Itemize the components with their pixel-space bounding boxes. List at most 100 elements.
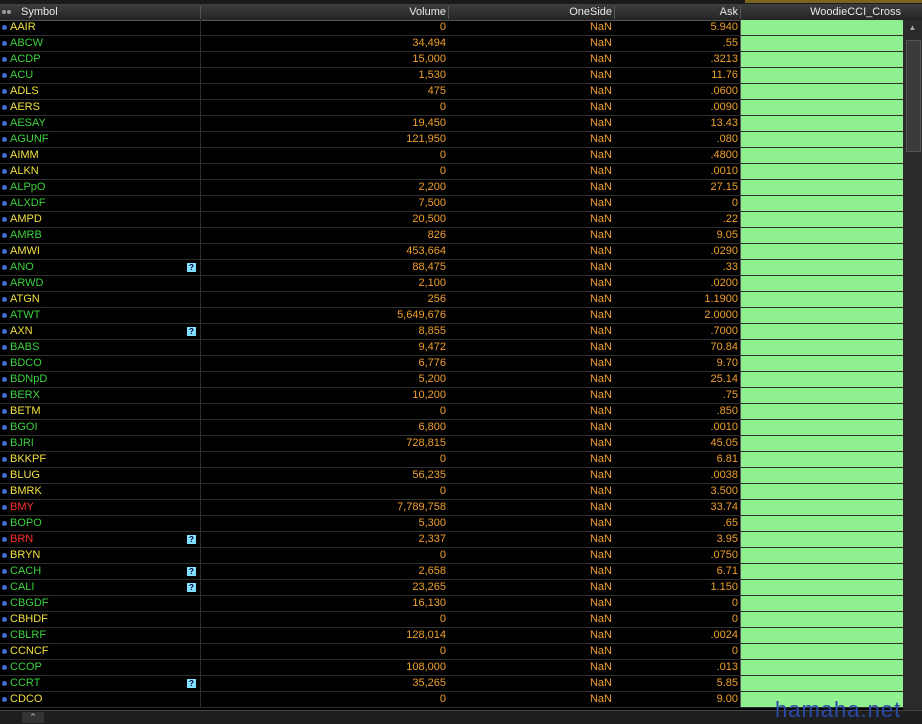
table-row[interactable]: BGOI 6,800 NaN .0010: [0, 420, 903, 436]
symbol-cell[interactable]: CBLRF: [10, 628, 46, 643]
ask-column-header[interactable]: Ask: [615, 4, 738, 20]
symbol-cell[interactable]: ATGN: [10, 292, 40, 307]
info-icon[interactable]: ?: [187, 535, 196, 544]
table-row[interactable]: ANO? 88,475 NaN .33: [0, 260, 903, 276]
table-row[interactable]: AXN? 8,855 NaN .7000: [0, 324, 903, 340]
symbol-cell[interactable]: ABCW: [10, 36, 43, 51]
table-row[interactable]: ACDP 15,000 NaN .3213: [0, 52, 903, 68]
symbol-cell[interactable]: AXN: [10, 324, 33, 339]
table-row[interactable]: BMY 7,789,758 NaN 33.74: [0, 500, 903, 516]
table-row[interactable]: AGUNF 121,950 NaN .080: [0, 132, 903, 148]
symbol-cell[interactable]: AGUNF: [10, 132, 49, 147]
symbol-cell[interactable]: AERS: [10, 100, 40, 115]
scroll-up-arrow-icon[interactable]: ▲: [905, 22, 920, 34]
symbol-cell[interactable]: AAIR: [10, 20, 36, 35]
chevron-up-icon[interactable]: ⌃: [22, 712, 44, 723]
table-row[interactable]: ATWT 5,649,676 NaN 2.0000: [0, 308, 903, 324]
symbol-cell[interactable]: BJRI: [10, 436, 34, 451]
table-row[interactable]: CACH? 2,658 NaN 6.71: [0, 564, 903, 580]
symbol-cell[interactable]: BKKPF: [10, 452, 46, 467]
symbol-column-header[interactable]: Symbol: [21, 4, 191, 20]
table-row[interactable]: AMRB 826 NaN 9.05: [0, 228, 903, 244]
symbol-cell[interactable]: AMRB: [10, 228, 42, 243]
table-row[interactable]: ACU 1,530 NaN 11.76: [0, 68, 903, 84]
table-row[interactable]: BKKPF 0 NaN 6.81: [0, 452, 903, 468]
table-row[interactable]: AIMM 0 NaN .4800: [0, 148, 903, 164]
scrollbar-thumb[interactable]: [906, 40, 921, 152]
symbol-cell[interactable]: ALXDF: [10, 196, 45, 211]
table-row[interactable]: BMRK 0 NaN 3.500: [0, 484, 903, 500]
symbol-cell[interactable]: ALPpO: [10, 180, 45, 195]
table-row[interactable]: BRYN 0 NaN .0750: [0, 548, 903, 564]
table-row[interactable]: AESAY 19,450 NaN 13.43: [0, 116, 903, 132]
symbol-cell[interactable]: ACDP: [10, 52, 41, 67]
table-row[interactable]: BERX 10,200 NaN .75: [0, 388, 903, 404]
symbol-cell[interactable]: ANO: [10, 260, 34, 275]
table-row[interactable]: CCOP 108,000 NaN .013: [0, 660, 903, 676]
symbol-cell[interactable]: CACH: [10, 564, 41, 579]
table-row[interactable]: ALXDF 7,500 NaN 0: [0, 196, 903, 212]
table-row[interactable]: ABCW 34,494 NaN .55: [0, 36, 903, 52]
symbol-cell[interactable]: ADLS: [10, 84, 39, 99]
symbol-cell[interactable]: BABS: [10, 340, 39, 355]
symbol-cell[interactable]: BRYN: [10, 548, 40, 563]
symbol-cell[interactable]: BOPO: [10, 516, 42, 531]
vertical-scrollbar[interactable]: ▲: [903, 20, 922, 710]
table-row[interactable]: CBGDF 16,130 NaN 0: [0, 596, 903, 612]
info-icon[interactable]: ?: [187, 583, 196, 592]
info-icon[interactable]: ?: [187, 327, 196, 336]
symbol-cell[interactable]: BETM: [10, 404, 41, 419]
table-row[interactable]: CCRT? 35,265 NaN 5.85: [0, 676, 903, 692]
symbol-cell[interactable]: CDCO: [10, 692, 42, 707]
table-row[interactable]: BRN? 2,337 NaN 3.95: [0, 532, 903, 548]
table-row[interactable]: BOPO 5,300 NaN .65: [0, 516, 903, 532]
table-row[interactable]: AMPD 20,500 NaN .22: [0, 212, 903, 228]
table-row[interactable]: CALI? 23,265 NaN 1.150: [0, 580, 903, 596]
symbol-cell[interactable]: AMPD: [10, 212, 42, 227]
symbol-cell[interactable]: CBHDF: [10, 612, 48, 627]
symbol-cell[interactable]: BERX: [10, 388, 40, 403]
table-row[interactable]: CDCO 0 NaN 9.00: [0, 692, 903, 708]
table-row[interactable]: BDCO 6,776 NaN 9.70: [0, 356, 903, 372]
table-row[interactable]: BDNpD 5,200 NaN 25.14: [0, 372, 903, 388]
symbol-cell[interactable]: CCNCF: [10, 644, 49, 659]
symbol-cell[interactable]: ATWT: [10, 308, 40, 323]
symbol-cell[interactable]: AMWI: [10, 244, 40, 259]
symbol-cell[interactable]: AESAY: [10, 116, 46, 131]
symbol-cell[interactable]: ALKN: [10, 164, 39, 179]
woodiecci-cross-column-header[interactable]: WoodieCCI_Cross: [741, 4, 901, 20]
symbol-cell[interactable]: CBGDF: [10, 596, 49, 611]
table-row[interactable]: BABS 9,472 NaN 70.84: [0, 340, 903, 356]
table-row[interactable]: ALPpO 2,200 NaN 27.15: [0, 180, 903, 196]
table-row[interactable]: CBHDF 0 NaN 0: [0, 612, 903, 628]
symbol-cell[interactable]: CCRT: [10, 676, 40, 691]
symbol-cell[interactable]: AIMM: [10, 148, 39, 163]
volume-column-header[interactable]: Volume: [201, 4, 446, 20]
table-row[interactable]: CCNCF 0 NaN 0: [0, 644, 903, 660]
table-row[interactable]: CBLRF 128,014 NaN .0024: [0, 628, 903, 644]
symbol-cell[interactable]: ARWD: [10, 276, 43, 291]
table-row[interactable]: ADLS 475 NaN .0600: [0, 84, 903, 100]
info-icon[interactable]: ?: [187, 567, 196, 576]
table-row[interactable]: BJRI 728,815 NaN 45.05: [0, 436, 903, 452]
info-icon[interactable]: ?: [187, 263, 196, 272]
symbol-cell[interactable]: BDNpD: [10, 372, 47, 387]
symbol-cell[interactable]: CCOP: [10, 660, 42, 675]
symbol-cell[interactable]: BGOI: [10, 420, 38, 435]
symbol-cell[interactable]: BRN: [10, 532, 33, 547]
column-options-icon[interactable]: [2, 8, 11, 16]
symbol-cell[interactable]: BMRK: [10, 484, 42, 499]
table-row[interactable]: AMWI 453,664 NaN .0290: [0, 244, 903, 260]
table-row[interactable]: ATGN 256 NaN 1.1900: [0, 292, 903, 308]
table-row[interactable]: ALKN 0 NaN .0010: [0, 164, 903, 180]
symbol-cell[interactable]: BLUG: [10, 468, 40, 483]
table-row[interactable]: ARWD 2,100 NaN .0200: [0, 276, 903, 292]
symbol-cell[interactable]: BDCO: [10, 356, 42, 371]
table-row[interactable]: AAIR 0 NaN 5.940: [0, 20, 903, 36]
info-icon[interactable]: ?: [187, 679, 196, 688]
oneside-column-header[interactable]: OneSide: [449, 4, 612, 20]
table-row[interactable]: AERS 0 NaN .0090: [0, 100, 903, 116]
symbol-cell[interactable]: CALI: [10, 580, 34, 595]
symbol-cell[interactable]: BMY: [10, 500, 34, 515]
symbol-cell[interactable]: ACU: [10, 68, 33, 83]
